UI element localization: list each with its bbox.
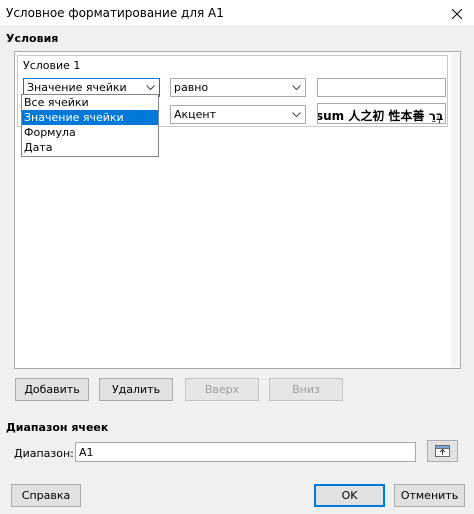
- condition-type-dropdown: Все ячейки Значение ячейки Формула Дата: [21, 94, 159, 157]
- ok-button[interactable]: OK: [314, 484, 385, 507]
- dropdown-option-cell-value[interactable]: Значение ячейки: [22, 110, 158, 125]
- range-label: Диапазон:: [14, 447, 74, 460]
- help-button[interactable]: Справка: [11, 484, 81, 507]
- range-heading: Диапазон ячеек: [6, 421, 109, 434]
- dropdown-option-all-cells[interactable]: Все ячейки: [22, 95, 158, 110]
- delete-button[interactable]: Удалить: [99, 378, 173, 401]
- condition-operator-value: равно: [174, 81, 209, 94]
- condition-label: Условие 1: [23, 59, 81, 72]
- range-input[interactable]: A1: [75, 442, 416, 462]
- condition-type-value: Значение ячейки: [27, 81, 127, 94]
- condition-value-input[interactable]: [317, 78, 446, 97]
- style-preview-text: sum 人之初 性本善 בְּרֵ: [317, 109, 444, 123]
- chevron-down-icon: [289, 80, 304, 95]
- shrink-range-button[interactable]: [427, 440, 458, 462]
- cancel-button-label: Отменить: [400, 489, 459, 502]
- conditions-scrollbar[interactable]: [451, 53, 460, 367]
- style-preview: sum 人之初 性本善 בְּרֵ: [317, 103, 446, 124]
- help-button-label: Справка: [21, 489, 71, 502]
- dropdown-option-date[interactable]: Дата: [22, 140, 158, 155]
- title-bar: Условное форматирование для A1: [0, 0, 474, 27]
- move-up-button-label: Вверх: [204, 383, 240, 396]
- shrink-icon: [435, 445, 450, 457]
- dropdown-option-formula[interactable]: Формула: [22, 125, 158, 140]
- chevron-down-icon: [143, 80, 158, 95]
- condition-operator-select[interactable]: равно: [170, 78, 306, 97]
- cancel-button[interactable]: Отменить: [394, 484, 465, 507]
- move-down-button-label: Вниз: [292, 383, 320, 396]
- move-up-button[interactable]: Вверх: [185, 378, 259, 401]
- apply-style-value: Акцент: [174, 108, 217, 121]
- close-button[interactable]: [440, 0, 474, 27]
- add-button[interactable]: Добавить: [15, 378, 89, 401]
- move-down-button[interactable]: Вниз: [269, 378, 343, 401]
- chevron-down-icon: [289, 107, 304, 122]
- window-title: Условное форматирование для A1: [6, 6, 224, 20]
- add-button-label: Добавить: [24, 383, 80, 396]
- apply-style-select[interactable]: Акцент: [170, 105, 306, 124]
- ok-button-label: OK: [341, 489, 358, 502]
- range-input-value: A1: [79, 446, 94, 459]
- delete-button-label: Удалить: [111, 383, 161, 396]
- dialog-body: Условия Условие 1 Значение ячейки равно: [0, 27, 474, 514]
- close-icon: [452, 8, 462, 19]
- conditions-heading: Условия: [6, 32, 59, 45]
